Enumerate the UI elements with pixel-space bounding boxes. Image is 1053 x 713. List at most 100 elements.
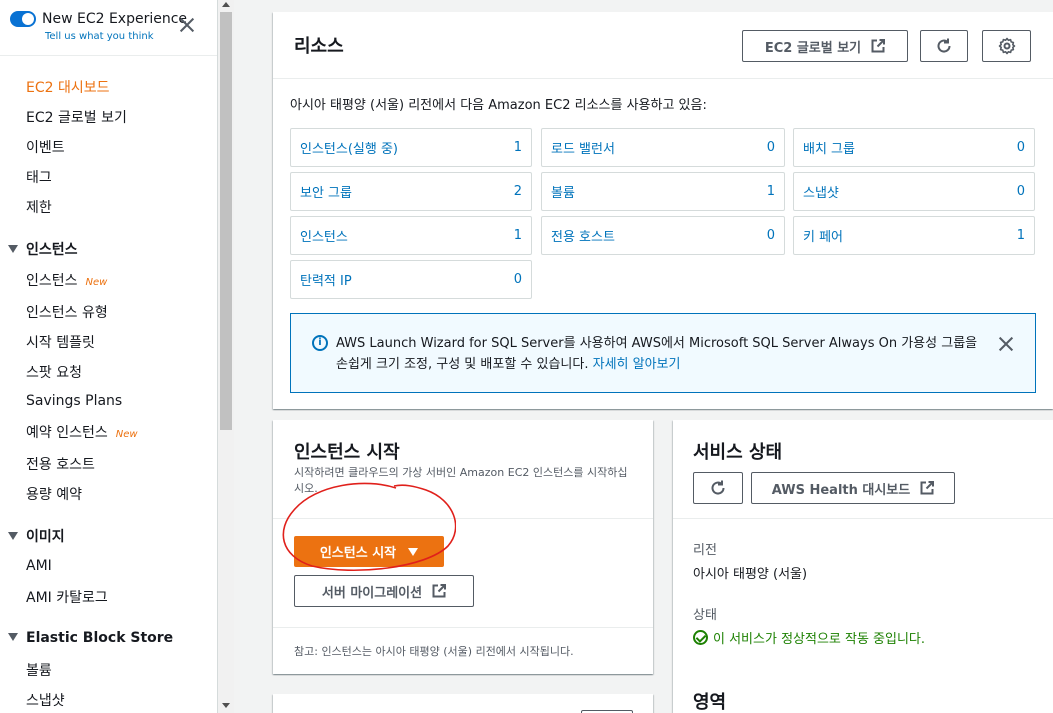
new-badge: New: [85, 277, 108, 288]
section-title: 인스턴스: [26, 242, 78, 258]
tile-label: 전용 호스트: [551, 230, 615, 245]
feedback-link[interactable]: Tell us what you think: [45, 31, 154, 42]
settings-button[interactable]: [982, 30, 1031, 62]
tile-label: 키 페어: [803, 230, 844, 245]
ec2-global-view-button[interactable]: EC2 글로벌 보기: [742, 30, 908, 62]
tile-label: 탄력적 IP: [300, 274, 352, 289]
section-title: 이미지: [26, 529, 65, 545]
sidebar-scrollbar[interactable]: [218, 0, 234, 713]
resource-tile-key-pairs[interactable]: 키 페어 1: [793, 216, 1035, 255]
resource-tile-running-instances[interactable]: 인스턴스(실행 중) 1: [290, 128, 532, 167]
launch-instance-panel: 인스턴스 시작 시작하려면 클라우드의 가상 서버인 Amazon EC2 인스…: [273, 420, 653, 674]
aws-health-dashboard-button[interactable]: AWS Health 대시보드: [751, 472, 955, 504]
sidebar-section-instances[interactable]: 인스턴스: [8, 239, 78, 259]
tile-count: 0: [1016, 140, 1025, 155]
scroll-thumb[interactable]: [220, 12, 232, 430]
tile-count: 0: [766, 140, 775, 155]
status-text: 이 서비스가 정상적으로 작동 중입니다.: [713, 632, 926, 647]
sidebar-item-ec2-dashboard[interactable]: EC2 대시보드: [26, 77, 110, 97]
sidebar-item-instances[interactable]: 인스턴스 New: [26, 270, 107, 290]
resource-tile-security-groups[interactable]: 보안 그룹 2: [290, 172, 532, 211]
resource-tile-dedicated-hosts[interactable]: 전용 호스트 0: [541, 216, 785, 255]
tile-count: 0: [1016, 184, 1025, 199]
migrate-server-button[interactable]: 서버 마이그레이션: [294, 575, 474, 607]
resource-tile-placement-groups[interactable]: 배치 그룹 0: [793, 128, 1035, 167]
sidebar-item-volumes[interactable]: 볼륨: [26, 660, 52, 680]
tile-count: 1: [1016, 228, 1025, 243]
tile-count: 0: [766, 228, 775, 243]
region-value: 아시아 태평양 (서울): [693, 567, 808, 582]
tile-label: 인스턴스: [300, 230, 348, 245]
sidebar-item-ami[interactable]: AMI: [26, 558, 52, 574]
external-link-icon: [871, 39, 886, 53]
caret-down-icon: [8, 245, 18, 253]
tile-label: 볼륨: [551, 186, 575, 201]
tile-label: 로드 밸런서: [551, 142, 615, 157]
scroll-up-arrow-icon[interactable]: [222, 2, 230, 7]
status-value: 이 서비스가 정상적으로 작동 중입니다.: [693, 628, 925, 647]
experience-title: New EC2 Experience: [42, 11, 188, 27]
sidebar-item-launch-templates[interactable]: 시작 템플릿: [26, 332, 95, 352]
tile-label: 인스턴스(실행 중): [300, 142, 398, 157]
sidebar-item-label: 인스턴스: [26, 273, 78, 289]
sidebar-item-reserved-instances[interactable]: 예약 인스턴스 New: [26, 422, 138, 442]
tile-count: 0: [513, 272, 522, 287]
sidebar-item-capacity-reservations[interactable]: 용량 예약: [26, 484, 82, 504]
button-label: 인스턴스 시작: [319, 546, 397, 561]
sidebar-item-label: 예약 인스턴스: [26, 425, 108, 441]
info-alert-text: AWS Launch Wizard for SQL Server를 사용하여 A…: [336, 333, 986, 375]
tile-count: 2: [513, 184, 522, 199]
launch-description: 시작하려면 클라우드의 가상 서버인 Amazon EC2 인스턴스를 시작하십…: [294, 466, 628, 495]
button-label: EC2 글로벌 보기: [764, 40, 862, 56]
learn-more-link[interactable]: 자세히 알아보기: [593, 357, 681, 372]
health-refresh-button[interactable]: [693, 472, 743, 504]
close-icon[interactable]: [998, 336, 1014, 352]
caret-down-icon: [8, 633, 18, 641]
launch-note: 참고: 인스턴스는 아시아 태평양 (서울) 리전에서 시작됩니다.: [294, 645, 574, 658]
launch-title: 인스턴스 시작: [294, 442, 400, 463]
resource-tile-elastic-ips[interactable]: 탄력적 IP 0: [290, 260, 532, 299]
sidebar-item-events[interactable]: 이벤트: [26, 137, 65, 157]
health-title: 서비스 상태: [693, 442, 783, 463]
divider: [273, 627, 653, 628]
resources-description: 아시아 태평양 (서울) 리전에서 다음 Amazon EC2 리소스를 사용하…: [290, 98, 707, 113]
sidebar-item-ec2-global-view[interactable]: EC2 글로벌 보기: [26, 107, 127, 127]
divider: [273, 78, 1053, 79]
resources-title: 리소스: [294, 36, 344, 57]
tile-label: 스냅샷: [803, 186, 839, 201]
sidebar-item-limits[interactable]: 제한: [26, 197, 52, 217]
caret-down-icon: [408, 547, 419, 556]
external-link-icon: [432, 584, 447, 598]
resource-tile-volumes[interactable]: 볼륨 1: [541, 172, 785, 211]
launch-instance-button[interactable]: 인스턴스 시작: [294, 536, 444, 567]
bottom-panel: [273, 694, 653, 713]
tile-count: 1: [513, 140, 522, 155]
gear-icon: [998, 37, 1015, 55]
service-health-panel: 서비스 상태 AWS Health 대시보드 리전 아시아 태평양 (서울) 상…: [673, 420, 1053, 713]
sidebar-item-spot-requests[interactable]: 스팟 요청: [26, 362, 82, 382]
zones-title: 영역: [693, 692, 727, 713]
sidebar-item-dedicated-hosts[interactable]: 전용 호스트: [26, 454, 95, 474]
sidebar-item-savings-plans[interactable]: Savings Plans: [26, 393, 122, 409]
new-experience-toggle[interactable]: [10, 11, 36, 27]
new-badge: New: [115, 429, 138, 440]
close-icon[interactable]: [178, 16, 196, 34]
sidebar-item-tags[interactable]: 태그: [26, 167, 52, 187]
button-label: 서버 마이그레이션: [321, 585, 423, 601]
sidebar-section-ebs[interactable]: Elastic Block Store: [8, 630, 173, 646]
status-label: 상태: [693, 608, 717, 623]
resource-tile-load-balancers[interactable]: 로드 밸런서 0: [541, 128, 785, 167]
resource-tile-snapshots[interactable]: 스냅샷 0: [793, 172, 1035, 211]
refresh-button[interactable]: [920, 30, 968, 62]
sidebar-section-images[interactable]: 이미지: [8, 526, 65, 546]
info-icon: i: [312, 335, 328, 351]
scroll-down-arrow-icon[interactable]: [222, 703, 230, 708]
button-label: AWS Health 대시보드: [771, 482, 911, 498]
resources-panel: 리소스 EC2 글로벌 보기 아시아 태평양 (서울) 리전에서 다음 Amaz…: [273, 12, 1053, 409]
sidebar-item-instance-types[interactable]: 인스턴스 유형: [26, 302, 108, 322]
sidebar-item-ami-catalog[interactable]: AMI 카탈로그: [26, 587, 108, 607]
refresh-icon: [937, 38, 951, 53]
resource-tile-instances[interactable]: 인스턴스 1: [290, 216, 532, 255]
status-ok-icon: [693, 630, 708, 645]
sidebar-item-snapshots[interactable]: 스냅샷: [26, 690, 65, 710]
